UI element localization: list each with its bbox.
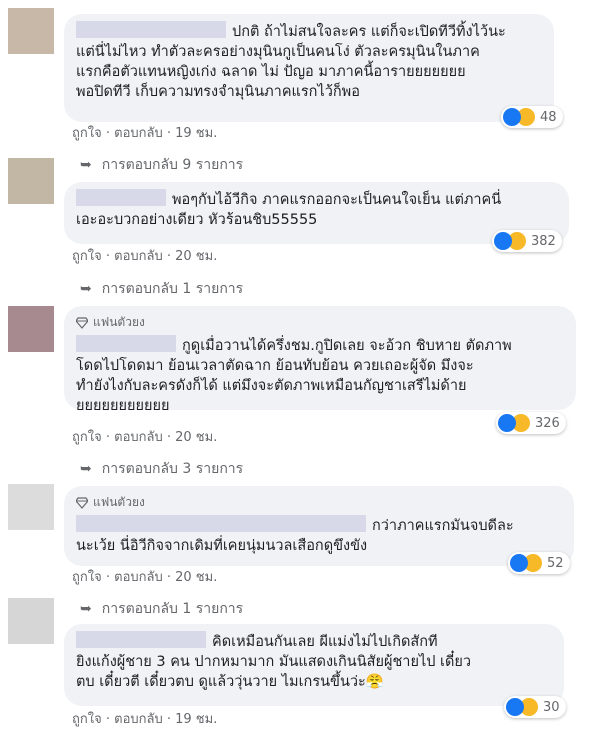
like-link[interactable]: ถูกใจ — [72, 249, 102, 264]
view-replies-link[interactable]: ➥ การตอบกลับ 9 รายการ — [80, 154, 243, 176]
like-link[interactable]: ถูกใจ — [72, 126, 102, 141]
reaction-summary[interactable]: 48 — [501, 106, 563, 128]
reaction-summary[interactable]: 326 — [496, 412, 566, 434]
reaction-count: 382 — [531, 233, 556, 249]
reply-link[interactable]: ตอบกลับ — [114, 126, 163, 141]
replies-count-label[interactable]: การตอบกลับ 1 รายการ — [102, 598, 243, 620]
avatar[interactable] — [8, 8, 54, 54]
reaction-summary[interactable]: 52 — [508, 552, 570, 574]
reply-link[interactable]: ตอบกลับ — [114, 712, 163, 727]
reply-arrow-icon: ➥ — [80, 157, 92, 173]
comment-meta: ถูกใจ · ตอบกลับ · 19 ชม. — [72, 712, 218, 727]
reaction-summary[interactable]: 382 — [492, 230, 562, 252]
reaction-count: 326 — [535, 415, 560, 431]
like-reaction-icon — [494, 232, 512, 250]
top-fan-badge: แฟนตัวยง — [93, 495, 145, 509]
comment-meta: ถูกใจ · ตอบกลับ · 20 ชม. — [72, 430, 218, 445]
author-name-redacted[interactable] — [76, 189, 166, 206]
like-link[interactable]: ถูกใจ — [72, 430, 102, 445]
reaction-count: 52 — [547, 555, 564, 571]
view-replies-link[interactable]: ➥ การตอบกลับ 3 รายการ — [80, 458, 243, 480]
like-reaction-icon — [498, 414, 516, 432]
reply-link[interactable]: ตอบกลับ — [114, 430, 163, 445]
replies-count-label[interactable]: การตอบกลับ 3 รายการ — [102, 458, 243, 480]
reply-arrow-icon: ➥ — [80, 461, 92, 477]
avatar[interactable] — [8, 598, 54, 644]
comment-meta: ถูกใจ · ตอบกลับ · 20 ชม. — [72, 249, 218, 264]
avatar[interactable] — [8, 158, 54, 204]
avatar[interactable] — [8, 484, 54, 530]
like-reaction-icon — [506, 698, 524, 716]
author-name-redacted[interactable] — [76, 631, 206, 648]
view-replies-link[interactable]: ➥ การตอบกลับ 1 รายการ — [80, 598, 243, 620]
author-name-redacted[interactable] — [76, 515, 366, 532]
avatar[interactable] — [8, 306, 54, 352]
view-replies-link[interactable]: ➥ การตอบกลับ 1 รายการ — [80, 278, 243, 300]
reply-arrow-icon: ➥ — [80, 601, 92, 617]
author-name-redacted[interactable] — [76, 21, 226, 38]
reply-arrow-icon: ➥ — [80, 281, 92, 297]
comment-bubble: แฟนตัวยง กูดูเมื่อวานได้ครึ่งชม.กูปิดเลย… — [64, 306, 576, 414]
replies-count-label[interactable]: การตอบกลับ 1 รายการ — [102, 278, 243, 300]
like-reaction-icon — [503, 108, 521, 126]
timestamp[interactable]: 19 ชม. — [175, 126, 217, 141]
like-link[interactable]: ถูกใจ — [72, 570, 102, 585]
timestamp[interactable]: 19 ชม. — [175, 712, 217, 727]
top-fan-diamond-icon — [76, 496, 88, 509]
like-reaction-icon — [510, 554, 528, 572]
replies-count-label[interactable]: การตอบกลับ 9 รายการ — [102, 154, 243, 176]
timestamp[interactable]: 20 ชม. — [175, 430, 217, 445]
comment-bubble: คิดเหมือนกันเลย ผีแม่งไม่ไปเกิดสักที ยิง… — [64, 624, 564, 706]
author-name-redacted[interactable] — [76, 335, 176, 352]
comment-bubble: ปกติ ถ้าไม่สนใจละคร แต่ก็จะเปิดทีวีทิ้งไ… — [64, 14, 554, 122]
timestamp[interactable]: 20 ชม. — [175, 570, 217, 585]
reaction-summary[interactable]: 30 — [504, 696, 566, 718]
reply-link[interactable]: ตอบกลับ — [114, 249, 163, 264]
comment-meta: ถูกใจ · ตอบกลับ · 20 ชม. — [72, 570, 218, 585]
top-fan-badge: แฟนตัวยง — [93, 315, 145, 329]
reply-link[interactable]: ตอบกลับ — [114, 570, 163, 585]
timestamp[interactable]: 20 ชม. — [175, 249, 217, 264]
comment-meta: ถูกใจ · ตอบกลับ · 19 ชม. — [72, 126, 218, 141]
top-fan-diamond-icon — [76, 316, 88, 329]
like-link[interactable]: ถูกใจ — [72, 712, 102, 727]
reaction-count: 30 — [543, 699, 560, 715]
reaction-count: 48 — [540, 109, 557, 125]
comment-bubble: แฟนตัวยง กว่าภาคแรกมันจบดีละ นะเว้ย นี่อ… — [64, 486, 574, 566]
